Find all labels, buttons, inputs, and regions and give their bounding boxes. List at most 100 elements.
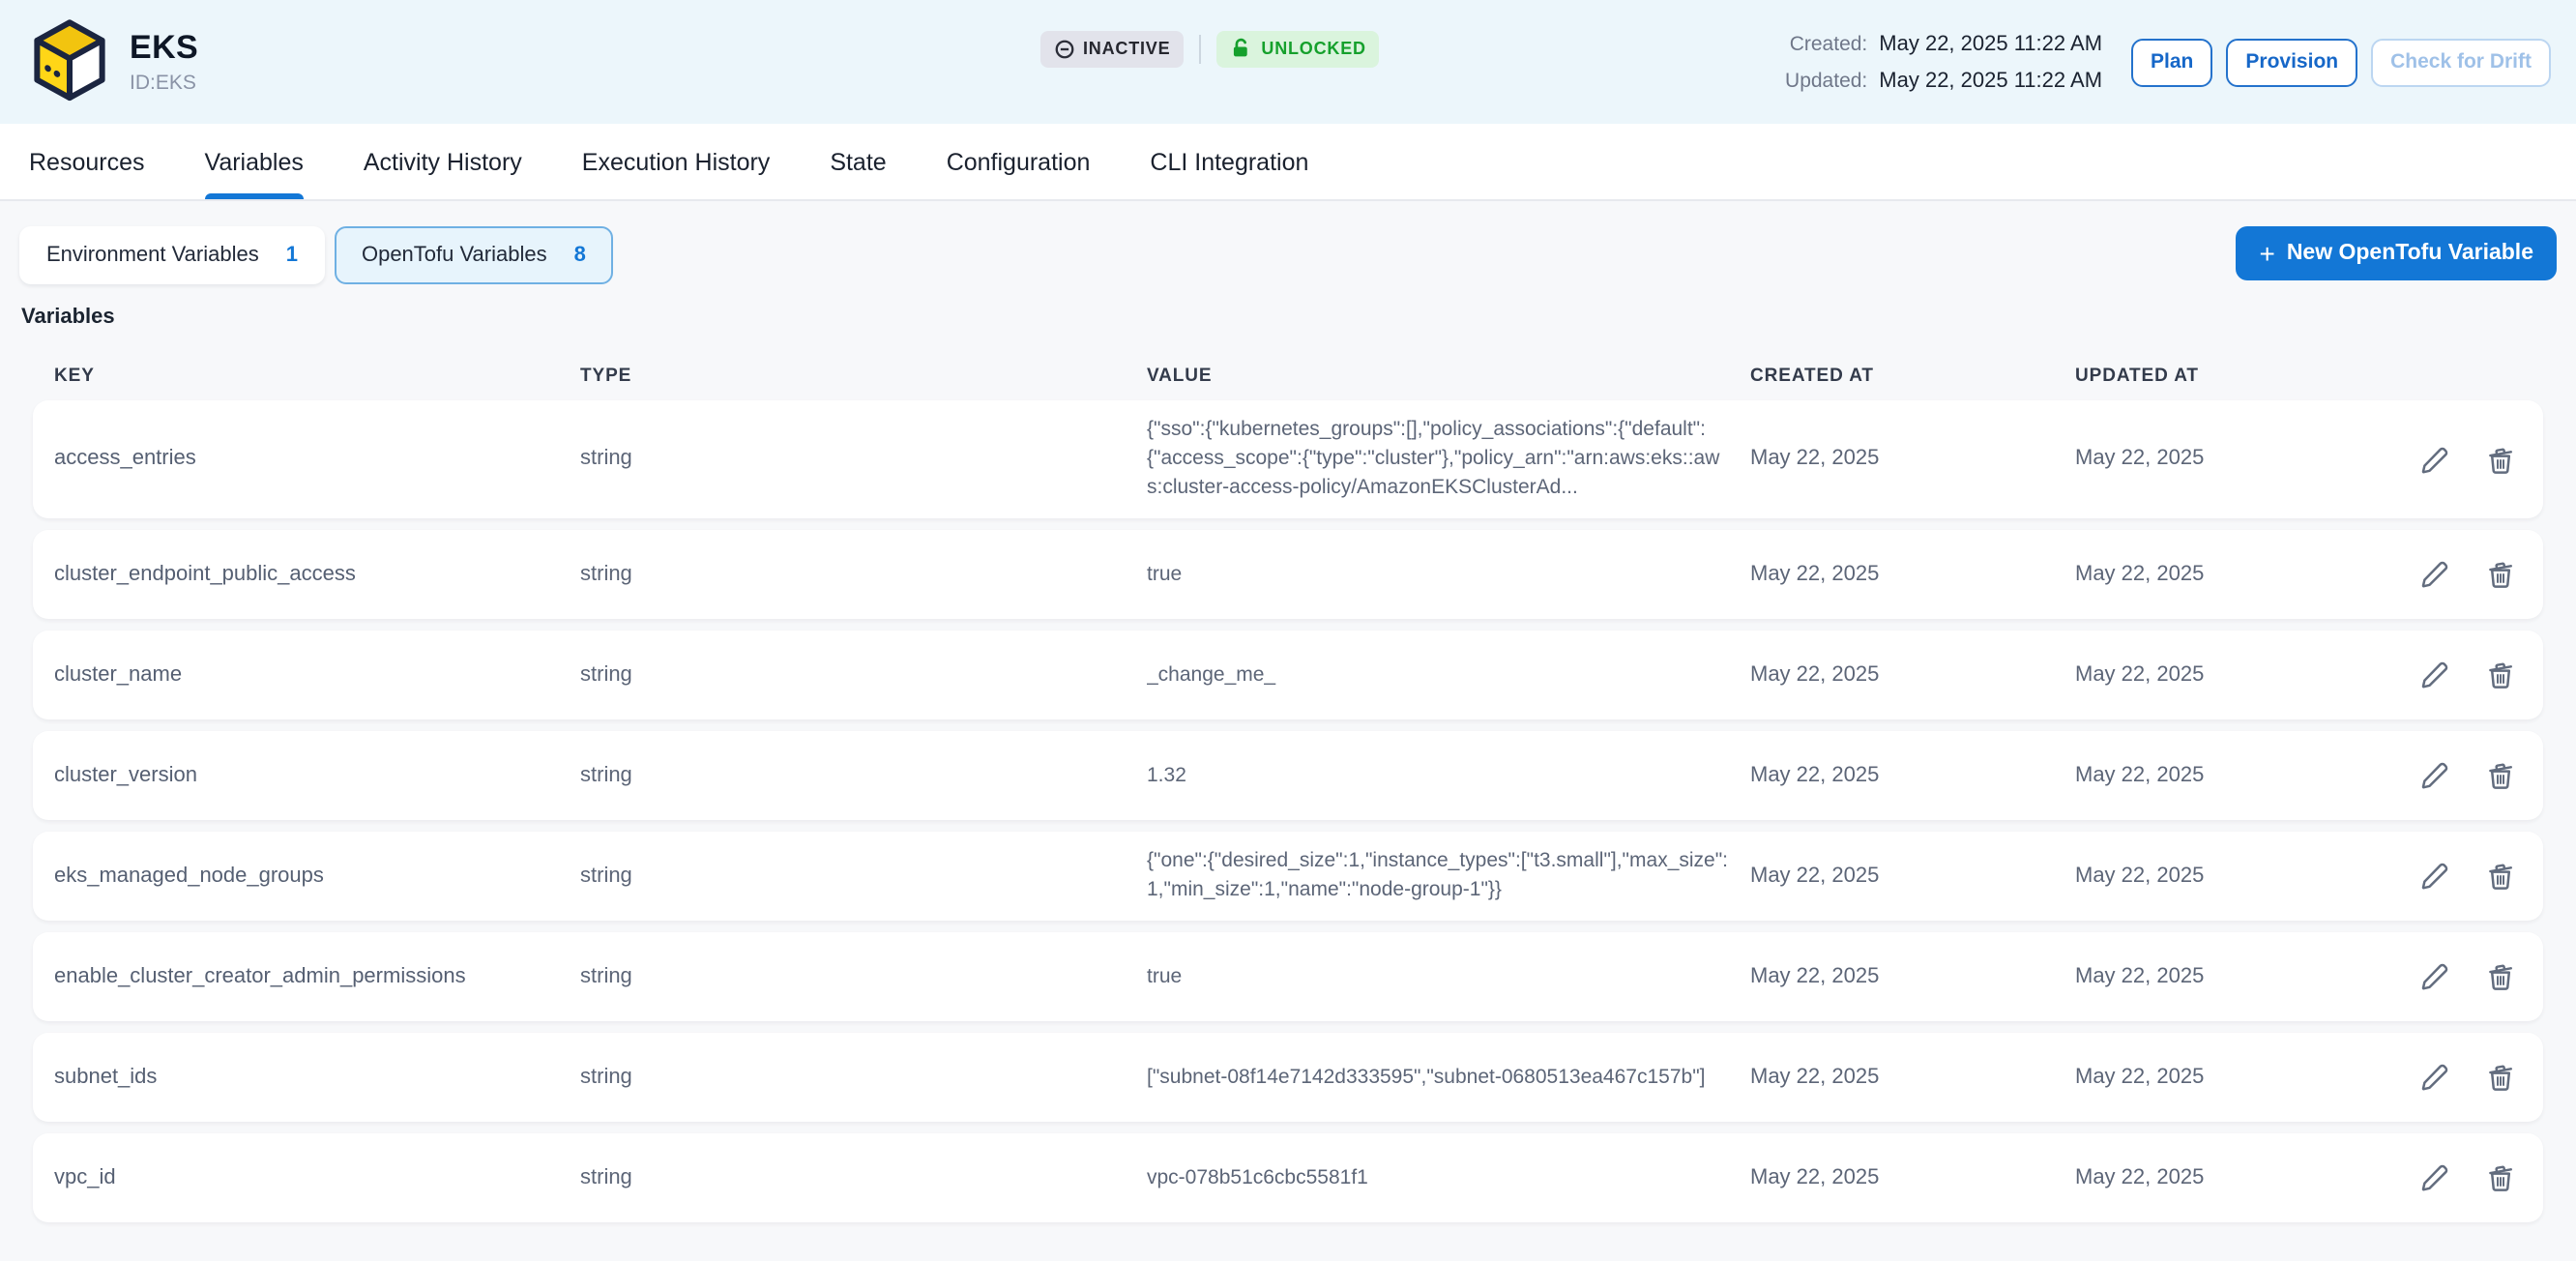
- variable-type: string: [580, 1163, 1147, 1192]
- plan-button[interactable]: Plan: [2131, 38, 2212, 86]
- variable-updated-at: May 22, 2025: [2075, 1163, 2311, 1192]
- table-row: enable_cluster_creator_admin_permissions…: [33, 932, 2543, 1021]
- variable-key: eks_managed_node_groups: [54, 862, 580, 891]
- circle-minus-icon: [1054, 38, 1075, 59]
- edit-variable-button[interactable]: [2417, 960, 2450, 993]
- variable-updated-at: May 22, 2025: [2075, 761, 2311, 790]
- page-title: EKS: [130, 28, 198, 67]
- subtab-environment-count: 1: [286, 244, 298, 267]
- updated-label: Updated:: [1785, 69, 1867, 92]
- edit-variable-button[interactable]: [2417, 1061, 2450, 1094]
- variable-value: {"one":{"desired_size":1,"instance_types…: [1147, 847, 1750, 905]
- table-row: eks_managed_node_groups string {"one":{"…: [33, 832, 2543, 921]
- variable-key: cluster_endpoint_public_access: [54, 560, 580, 589]
- variable-updated-at: May 22, 2025: [2075, 560, 2311, 589]
- trash-icon: [2484, 660, 2515, 690]
- variables-table: access_entries string {"sso":{"kubernete…: [33, 400, 2543, 1222]
- variable-value: ["subnet-08f14e7142d333595","subnet-0680…: [1147, 1063, 1750, 1092]
- delete-variable-button[interactable]: [2483, 1161, 2516, 1194]
- stack-id: ID:EKS: [130, 69, 198, 96]
- delete-variable-button[interactable]: [2483, 759, 2516, 792]
- column-header-created-at: CREATED AT: [1750, 365, 2075, 386]
- delete-variable-button[interactable]: [2483, 960, 2516, 993]
- subtab-environment-variables[interactable]: Environment Variables 1: [19, 226, 325, 284]
- provision-button[interactable]: Provision: [2226, 38, 2357, 86]
- delete-variable-button[interactable]: [2483, 860, 2516, 893]
- tab-execution-history[interactable]: Execution History: [582, 124, 771, 199]
- pencil-icon: [2418, 444, 2449, 475]
- status-badges: INACTIVE UNLOCKED: [1040, 29, 1380, 68]
- pencil-icon: [2418, 760, 2449, 791]
- edit-variable-button[interactable]: [2417, 1161, 2450, 1194]
- page-header: EKS ID:EKS INACTIVE UNLOCKED: [0, 0, 2576, 124]
- edit-variable-button[interactable]: [2417, 659, 2450, 691]
- table-row: access_entries string {"sso":{"kubernete…: [33, 400, 2543, 518]
- delete-variable-button[interactable]: [2483, 1061, 2516, 1094]
- edit-variable-button[interactable]: [2417, 759, 2450, 792]
- variable-value: vpc-078b51c6cbc5581f1: [1147, 1163, 1750, 1192]
- trash-icon: [2484, 1162, 2515, 1193]
- column-header-value: VALUE: [1147, 365, 1750, 386]
- variable-type: string: [580, 1063, 1147, 1092]
- pencil-icon: [2418, 861, 2449, 892]
- pencil-icon: [2418, 1062, 2449, 1093]
- tab-configuration[interactable]: Configuration: [947, 124, 1091, 199]
- new-opentofu-variable-label: New OpenTofu Variable: [2287, 242, 2533, 265]
- variable-key: access_entries: [54, 445, 580, 474]
- column-header-type: TYPE: [580, 365, 1147, 386]
- lock-badge-label: UNLOCKED: [1261, 39, 1365, 58]
- variable-type: string: [580, 445, 1147, 474]
- eks-cube-logo-icon: [27, 17, 112, 106]
- tab-variables[interactable]: Variables: [205, 124, 304, 199]
- variable-type: string: [580, 560, 1147, 589]
- trash-icon: [2484, 961, 2515, 992]
- created-value: May 22, 2025 11:22 AM: [1879, 32, 2102, 55]
- table-row: vpc_id string vpc-078b51c6cbc5581f1 May …: [33, 1133, 2543, 1222]
- tab-state[interactable]: State: [830, 124, 886, 199]
- plus-icon: +: [2259, 239, 2274, 266]
- edit-variable-button[interactable]: [2417, 558, 2450, 591]
- subtab-environment-label: Environment Variables: [46, 244, 259, 267]
- edit-variable-button[interactable]: [2417, 443, 2450, 476]
- status-badge-label: INACTIVE: [1083, 39, 1170, 58]
- variable-created-at: May 22, 2025: [1750, 660, 2075, 689]
- variable-created-at: May 22, 2025: [1750, 862, 2075, 891]
- variable-key: vpc_id: [54, 1163, 580, 1192]
- new-opentofu-variable-button[interactable]: + New OpenTofu Variable: [2236, 226, 2557, 280]
- variables-panel: Environment Variables 1 OpenTofu Variabl…: [0, 201, 2576, 1261]
- tab-bar: Resources Variables Activity History Execut…: [0, 124, 2576, 201]
- trash-icon: [2484, 760, 2515, 791]
- delete-variable-button[interactable]: [2483, 558, 2516, 591]
- lock-status-badge: UNLOCKED: [1216, 30, 1379, 67]
- variable-updated-at: May 22, 2025: [2075, 862, 2311, 891]
- tab-resources[interactable]: Resources: [29, 124, 145, 199]
- table-header: KEY TYPE VALUE CREATED AT UPDATED AT: [33, 354, 2543, 396]
- table-row: subnet_ids string ["subnet-08f14e7142d33…: [33, 1033, 2543, 1122]
- variable-value: true: [1147, 962, 1750, 991]
- pencil-icon: [2418, 660, 2449, 690]
- updated-value: May 22, 2025 11:22 AM: [1879, 69, 2102, 92]
- delete-variable-button[interactable]: [2483, 443, 2516, 476]
- delete-variable-button[interactable]: [2483, 659, 2516, 691]
- trash-icon: [2484, 559, 2515, 590]
- variable-value: 1.32: [1147, 761, 1750, 790]
- check-for-drift-button[interactable]: Check for Drift: [2371, 38, 2551, 86]
- tab-activity-history[interactable]: Activity History: [364, 124, 522, 199]
- table-row: cluster_version string 1.32 May 22, 2025…: [33, 731, 2543, 820]
- edit-variable-button[interactable]: [2417, 860, 2450, 893]
- variable-value: {"sso":{"kubernetes_groups":[],"policy_a…: [1147, 416, 1750, 503]
- variable-value: _change_me_: [1147, 660, 1750, 689]
- variable-key: subnet_ids: [54, 1063, 580, 1092]
- trash-icon: [2484, 1062, 2515, 1093]
- subtab-opentofu-variables[interactable]: OpenTofu Variables 8: [335, 226, 613, 284]
- pencil-icon: [2418, 559, 2449, 590]
- variable-key: enable_cluster_creator_admin_permissions: [54, 962, 580, 991]
- subtab-opentofu-label: OpenTofu Variables: [362, 244, 547, 267]
- trash-icon: [2484, 444, 2515, 475]
- variable-type: string: [580, 862, 1147, 891]
- tab-cli-integration[interactable]: CLI Integration: [1150, 124, 1308, 199]
- status-badge: INACTIVE: [1040, 30, 1184, 67]
- variable-created-at: May 22, 2025: [1750, 560, 2075, 589]
- created-label: Created:: [1785, 32, 1867, 55]
- variable-created-at: May 22, 2025: [1750, 761, 2075, 790]
